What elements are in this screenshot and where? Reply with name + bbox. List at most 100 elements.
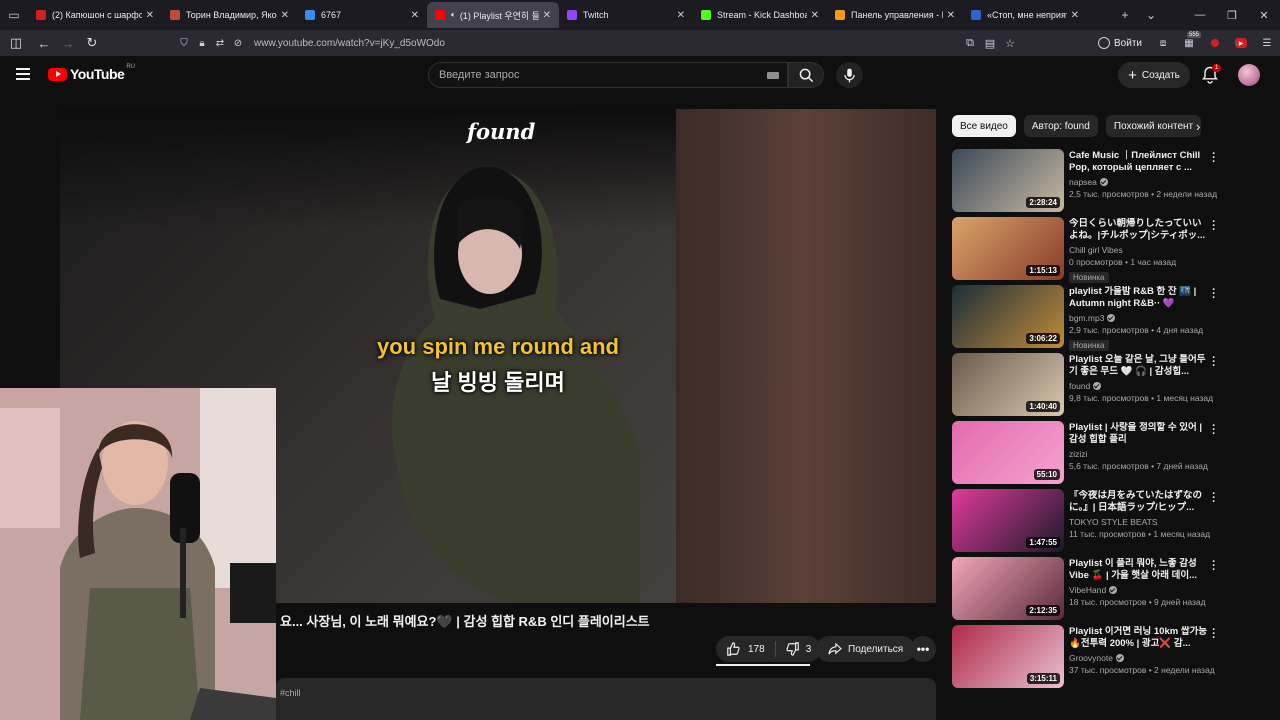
more-actions-button[interactable]: ••• — [910, 636, 936, 662]
dislike-button[interactable]: 3 — [776, 636, 822, 662]
more-vertical-icon[interactable]: · · · — [1210, 353, 1218, 372]
video-thumbnail[interactable]: 3:06:22 — [952, 285, 1064, 348]
related-video-title[interactable]: 『今夜は月をみていたはずなのに。』| 日本語ラップ/ヒップ... — [1069, 490, 1209, 514]
permissions-icon[interactable]: ⇄ — [212, 38, 228, 49]
restore-icon[interactable]: ❐ — [1216, 0, 1248, 30]
video-thumbnail[interactable]: 1:40:40 — [952, 353, 1064, 416]
browser-tab[interactable]: Stream - Kick Dashboard ✕ — [693, 2, 827, 28]
tab-overflow-chevron-icon[interactable]: ⌄ — [1138, 0, 1164, 30]
back-icon[interactable]: ← — [32, 30, 56, 56]
browser-tab[interactable]: Twitch ✕ — [559, 2, 693, 28]
related-video-title[interactable]: 今日くらい朝帰りしたっていいよね。|チルポップ|シティポッ... — [1069, 218, 1209, 242]
related-video-item[interactable]: 1:47:55 『今夜は月をみていたはずなのに。』| 日本語ラップ/ヒップ... T… — [952, 489, 1228, 557]
search-button[interactable] — [788, 62, 824, 88]
browser-tab[interactable]: 6767 ✕ — [297, 2, 427, 28]
related-video-title[interactable]: Playlist 이 플리 뭐야, 느좋 감성 Vibe 🍒 | 가을 햇살 아… — [1069, 558, 1209, 582]
share-button[interactable]: Поделиться — [816, 636, 916, 662]
sidebar-toggle-icon[interactable]: ◫ — [4, 30, 28, 56]
channel-name[interactable]: TOKYO STYLE BEATS — [1069, 517, 1158, 527]
tab-list-icon[interactable]: ▭ — [0, 0, 28, 30]
tab-close-icon[interactable]: ✕ — [281, 10, 289, 21]
lock-icon[interactable]: 🔒︎ — [194, 38, 210, 49]
like-button[interactable]: 178 — [716, 636, 775, 662]
keyboard-icon[interactable] — [767, 72, 779, 79]
channel-name[interactable]: VibeHand — [1069, 585, 1106, 595]
video-thumbnail[interactable]: 3:15:11 — [952, 625, 1064, 688]
minimize-icon[interactable]: — — [1184, 0, 1216, 30]
video-thumbnail[interactable]: 1:47:55 — [952, 489, 1064, 552]
channel-name[interactable]: Groovynote — [1069, 653, 1113, 663]
search-input[interactable]: Введите запрос — [428, 62, 788, 88]
related-video-title[interactable]: Playlist 오늘 같은 날, 그냥 틀어두기 좋은 무드 🤍 🎧 | 감성… — [1069, 354, 1209, 378]
address-bar[interactable]: ⛉ 🔒︎ ⇄ ⊘ www.youtube.com/watch?v=jKy_d5o… — [176, 33, 1020, 53]
related-video-item[interactable]: 2:28:24 Cafe Music ｜Плейлист Chill Pop, к… — [952, 149, 1228, 217]
tab-close-icon[interactable]: ✕ — [947, 10, 955, 21]
more-vertical-icon[interactable]: · · · — [1210, 149, 1218, 168]
filter-chip[interactable]: Все видео — [952, 115, 1016, 137]
channel-name[interactable]: zizizi — [1069, 449, 1087, 459]
more-vertical-icon[interactable]: · · · — [1210, 489, 1218, 508]
more-vertical-icon[interactable]: · · · — [1210, 217, 1218, 236]
related-video-item[interactable]: 55:10 Playlist | 사랑을 정의할 수 있어 | 감성 힙합 플리 z… — [952, 421, 1228, 489]
filter-chip[interactable]: Похожий контент — [1105, 115, 1202, 137]
tab-close-icon[interactable]: ✕ — [146, 10, 154, 21]
close-window-icon[interactable]: ✕ — [1248, 0, 1280, 30]
channel-name[interactable]: found — [1069, 381, 1090, 391]
more-vertical-icon[interactable]: · · · — [1210, 285, 1218, 304]
pip-icon[interactable]: ⧉ — [960, 37, 980, 50]
voice-search-button[interactable] — [836, 62, 863, 88]
related-video-item[interactable]: 3:06:22 playlist 가을밤 R&B 한 잔 🌃 | Autumn n… — [952, 285, 1228, 353]
browser-tab[interactable]: 🔈︎ (1) Playlist 우연히 들 ✕ — [427, 2, 559, 28]
tab-close-icon[interactable]: ✕ — [1071, 10, 1079, 21]
extensions-icon[interactable]: ⧈ — [1150, 30, 1176, 56]
related-video-title[interactable]: Playlist 이거면 러닝 10km 쌉가능🔥전투력 200% | 광고❌ … — [1069, 626, 1209, 650]
new-tab-icon[interactable]: + — [1112, 0, 1138, 30]
more-vertical-icon[interactable]: · · · — [1210, 557, 1218, 576]
channel-name[interactable]: Chill girl Vibes — [1069, 245, 1123, 255]
extension-badge-icon[interactable]: ▦ 555 — [1176, 30, 1202, 56]
video-thumbnail[interactable]: 1:15:13 — [952, 217, 1064, 280]
related-video-item[interactable]: 3:15:11 Playlist 이거면 러닝 10km 쌉가능🔥전투력 200%… — [952, 625, 1228, 693]
create-button[interactable]: + Создать — [1118, 62, 1190, 88]
chips-next-chevron-icon[interactable]: › — [1196, 119, 1200, 134]
related-video-title[interactable]: Cafe Music ｜Плейлист Chill Pop, который … — [1069, 150, 1209, 174]
sign-in-button[interactable]: Войти — [1090, 37, 1150, 49]
related-video-title[interactable]: Playlist | 사랑을 정의할 수 있어 | 감성 힙합 플리 — [1069, 422, 1209, 446]
user-avatar[interactable] — [1238, 64, 1260, 86]
more-vertical-icon[interactable]: · · · — [1210, 421, 1218, 440]
tab-close-icon[interactable]: ✕ — [543, 10, 551, 21]
browser-tab[interactable]: Торин Владимир, Яковлев ✕ — [162, 2, 297, 28]
related-video-item[interactable]: 2:12:35 Playlist 이 플리 뭐야, 느좋 감성 Vibe 🍒 | … — [952, 557, 1228, 625]
related-video-title[interactable]: playlist 가을밤 R&B 한 잔 🌃 | Autumn night R&… — [1069, 286, 1209, 310]
youtube-logo[interactable]: YouTube RU — [48, 64, 135, 82]
filter-chip[interactable]: Автор: found — [1023, 115, 1098, 137]
video-thumbnail[interactable]: 2:28:24 — [952, 149, 1064, 212]
tab-close-icon[interactable]: ✕ — [411, 10, 419, 21]
shield-icon[interactable]: ⛉ — [176, 38, 192, 49]
blocked-media-icon[interactable]: ⊘ — [230, 38, 246, 49]
menu-icon[interactable]: ☰ — [1254, 30, 1280, 56]
description-box[interactable]: #chill — [276, 678, 936, 720]
channel-name[interactable]: bgm.mp3 — [1069, 313, 1104, 323]
tab-close-icon[interactable]: ✕ — [677, 10, 685, 21]
reader-view-icon[interactable]: ▤ — [980, 37, 1000, 50]
video-thumbnail[interactable]: 2:12:35 — [952, 557, 1064, 620]
browser-tab[interactable]: (2) Капюшон с шарфом сп ✕ — [28, 2, 162, 28]
related-video-item[interactable]: 1:15:13 今日くらい朝帰りしたっていいよね。|チルポップ|シティポッ... C… — [952, 217, 1228, 285]
reload-icon[interactable]: ↻ — [80, 30, 104, 56]
url-text[interactable]: www.youtube.com/watch?v=jKy_d5oWOdo — [254, 38, 445, 49]
video-thumbnail[interactable]: 55:10 — [952, 421, 1064, 484]
channel-name[interactable]: napsea — [1069, 177, 1097, 187]
tab-close-icon[interactable]: ✕ — [811, 10, 819, 21]
extension-red-icon[interactable] — [1202, 30, 1228, 56]
browser-tab[interactable]: «Стоп, мне неприятно» м ✕ — [963, 2, 1087, 28]
guide-menu-icon[interactable] — [16, 68, 30, 80]
related-video-item[interactable]: 1:40:40 Playlist 오늘 같은 날, 그냥 틀어두기 좋은 무드 🤍… — [952, 353, 1228, 421]
browser-tab[interactable]: Панель управления - Don ✕ — [827, 2, 963, 28]
bookmark-star-icon[interactable]: ☆ — [1000, 37, 1020, 50]
tab-audio-icon[interactable]: 🔈︎ — [451, 10, 456, 20]
extension-youtube-icon[interactable]: ▶ — [1228, 30, 1254, 56]
description-hashtag[interactable]: #chill — [280, 688, 301, 698]
more-vertical-icon[interactable]: · · · — [1210, 625, 1218, 644]
forward-icon[interactable]: → — [56, 30, 80, 56]
